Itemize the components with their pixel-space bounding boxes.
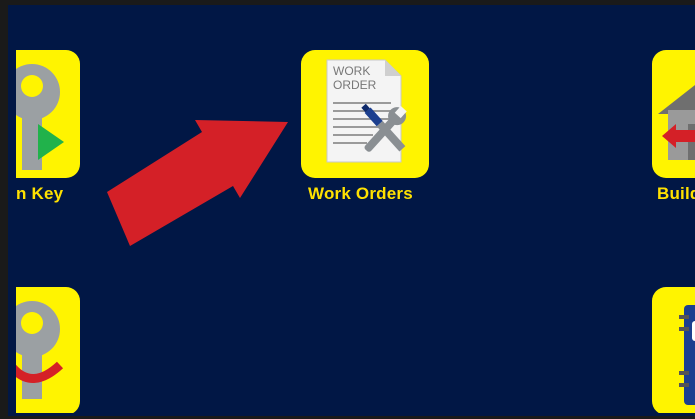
launcher-screen: n Key WORK ORDER Work Orders Buil: [16, 10, 695, 413]
app-window: n Key WORK ORDER Work Orders Buil: [0, 0, 695, 419]
red-arrow: [107, 120, 288, 246]
